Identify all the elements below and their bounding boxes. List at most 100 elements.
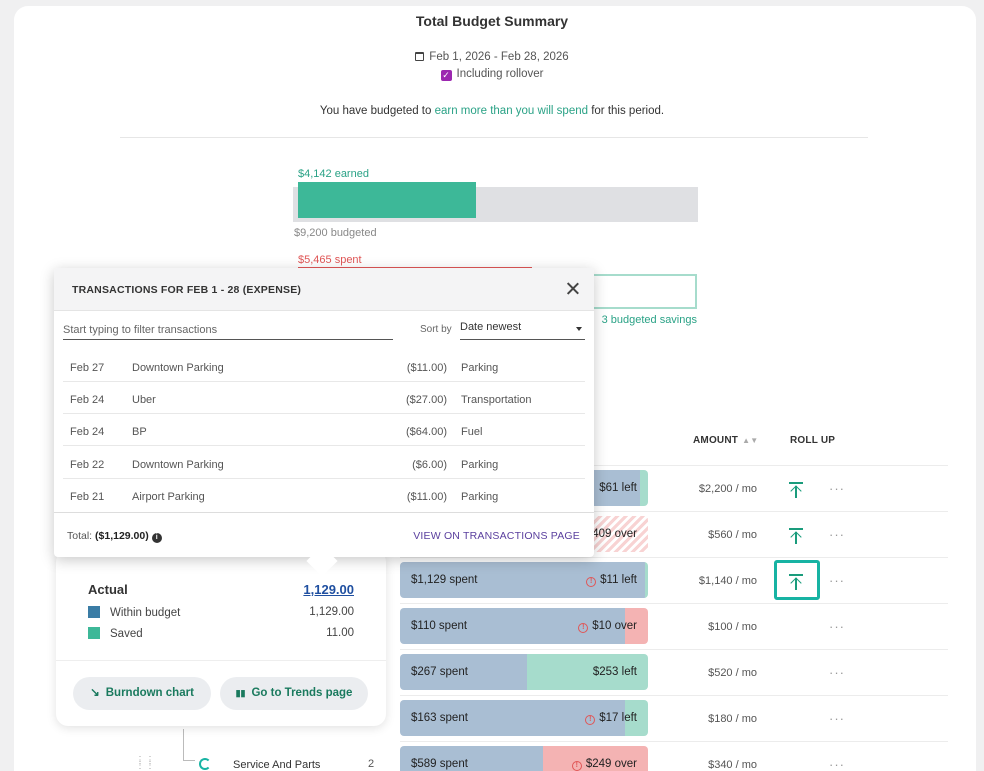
budget-amount: $1,140 / mo	[698, 575, 757, 587]
row-divider	[400, 649, 948, 650]
caret-down-icon	[576, 327, 582, 331]
bar-chart-icon: ▮▮	[235, 688, 246, 698]
transaction-row[interactable]: Feb 21 Airport Parking ($11.00) Parking	[63, 479, 585, 511]
info-icon[interactable]: i	[151, 533, 162, 543]
rollup-column-header: ROLL UP	[790, 435, 836, 446]
sort-by-label: Sort by	[420, 324, 452, 335]
tx-amount: ($11.00)	[406, 362, 447, 374]
spent-label: $5,465 spent	[298, 254, 362, 266]
tx-amount: ($11.00)	[406, 491, 447, 503]
transaction-row[interactable]: Feb 27 Downtown Parking ($11.00) Parking	[63, 350, 585, 382]
saved-value: 11.00	[326, 627, 354, 639]
close-icon[interactable]	[564, 280, 582, 298]
saved-swatch	[88, 627, 100, 639]
rollup-icon[interactable]	[786, 527, 806, 545]
tx-category: Parking	[461, 491, 499, 503]
drag-handle-icon[interactable]: ⋮⋮ ⋮⋮	[135, 756, 155, 771]
bar-over: ! $10 over	[578, 608, 637, 644]
bar-remaining: ! $17 left	[585, 700, 637, 736]
bar-remaining: ! $11 left	[586, 562, 637, 598]
transaction-row[interactable]: Feb 24 BP ($64.00) Fuel	[63, 414, 585, 446]
message-suffix: for this period.	[588, 105, 665, 117]
date-range[interactable]: Feb 1, 2026 - Feb 28, 2026	[0, 51, 984, 63]
transactions-total: Total: ($1,129.00) i	[67, 530, 162, 543]
page-title: Total Budget Summary	[415, 13, 569, 29]
actual-breakdown-card: Actual 1,129.00 Within budget 1,129.00 S…	[56, 550, 386, 726]
budget-bar[interactable]: $589 spent ! $249 over	[400, 746, 648, 771]
message-prefix: You have budgeted to	[319, 105, 435, 117]
sort-select[interactable]: Date newest	[460, 321, 585, 340]
bar-spent: $163 spent	[411, 712, 468, 724]
bar-remaining: $253 left	[592, 666, 637, 678]
budget-amount: $340 / mo	[708, 759, 757, 771]
bar-spent: $267 spent	[411, 666, 468, 678]
divider	[54, 512, 594, 513]
tx-payee: Downtown Parking	[132, 459, 224, 471]
burndown-icon: ↘	[90, 687, 100, 699]
progress-ring-icon	[199, 758, 211, 770]
budget-message: You have budgeted to earn more than you …	[0, 105, 984, 117]
more-options-icon[interactable]: ···	[829, 527, 845, 542]
rollover-label: Including rollover	[456, 68, 544, 80]
bar-spent: $1,129 spent	[411, 574, 478, 586]
sort-value: Date newest	[460, 321, 522, 333]
tx-amount: ($64.00)	[406, 426, 447, 438]
bar-over: 409 over	[592, 528, 637, 540]
divider	[56, 660, 386, 661]
tx-amount: ($6.00)	[412, 459, 447, 471]
category-count: 2	[368, 758, 375, 770]
category-name[interactable]: Service And Parts	[233, 759, 320, 771]
divider	[120, 137, 868, 138]
more-options-icon[interactable]: ···	[829, 757, 845, 771]
bar-spent: $110 spent	[411, 620, 468, 632]
view-transactions-link[interactable]: VIEW ON TRANSACTIONS PAGE	[413, 530, 580, 542]
transactions-popover: TRANSACTIONS FOR FEB 1 - 28 (EXPENSE) So…	[54, 268, 594, 577]
budget-bar[interactable]: $163 spent ! $17 left	[400, 700, 648, 736]
amount-column-header[interactable]: AMOUNT ▲▼	[693, 435, 758, 446]
more-options-icon[interactable]: ···	[829, 711, 845, 726]
tx-payee: Uber	[132, 394, 156, 406]
actual-value-link[interactable]: 1,129.00	[303, 582, 354, 597]
tree-connector	[183, 760, 195, 761]
earned-label: $4,142 earned	[298, 168, 369, 180]
warning-icon: !	[571, 761, 582, 771]
transaction-row[interactable]: Feb 24 Uber ($27.00) Transportation	[63, 382, 585, 414]
tx-category: Fuel	[461, 426, 483, 438]
rollover-toggle[interactable]: ✓ Including rollover	[0, 68, 984, 81]
bar-over: ! $249 over	[571, 746, 637, 771]
more-options-icon[interactable]: ···	[829, 665, 845, 680]
budget-bar[interactable]: $1,129 spent ! $11 left	[400, 562, 648, 598]
legend-within-budget: Within budget	[88, 606, 180, 619]
more-options-icon[interactable]: ···	[829, 619, 845, 634]
calendar-icon	[415, 52, 425, 61]
burndown-chart-button[interactable]: ↘ Burndown chart	[73, 677, 211, 710]
transaction-row[interactable]: Feb 22 Downtown Parking ($6.00) Parking	[63, 447, 585, 479]
sort-icon: ▲▼	[742, 436, 759, 445]
within-budget-swatch	[88, 606, 100, 618]
popover-title: TRANSACTIONS FOR FEB 1 - 28 (EXPENSE)	[72, 284, 302, 296]
tx-payee: Airport Parking	[132, 491, 205, 503]
budget-bar[interactable]: $267 spent $253 left	[400, 654, 648, 690]
tx-payee: BP	[132, 426, 147, 438]
filter-transactions-input[interactable]	[63, 321, 393, 340]
rollup-icon[interactable]	[786, 481, 806, 499]
more-options-icon[interactable]: ···	[829, 481, 845, 496]
budget-bar[interactable]: $110 spent ! $10 over	[400, 608, 648, 644]
message-highlight: earn more than you will spend	[434, 105, 589, 117]
tx-date: Feb 21	[70, 491, 105, 503]
tx-category: Parking	[461, 362, 499, 374]
rollover-checkbox[interactable]: ✓	[440, 70, 452, 81]
budget-amount: $100 / mo	[708, 621, 757, 633]
date-range-text: Feb 1, 2026 - Feb 28, 2026	[429, 51, 569, 63]
tx-amount: ($27.00)	[406, 394, 447, 406]
budget-amount: $2,200 / mo	[698, 483, 757, 495]
warning-icon: !	[585, 715, 596, 725]
more-options-icon[interactable]: ···	[829, 573, 845, 588]
total-value: ($1,129.00)	[95, 530, 149, 542]
legend-saved: Saved	[88, 627, 143, 640]
warning-icon: !	[586, 577, 597, 587]
tx-date: Feb 27	[70, 362, 105, 374]
trends-page-button[interactable]: ▮▮ Go to Trends page	[220, 677, 368, 710]
row-divider	[400, 741, 948, 742]
within-budget-value: 1,129.00	[309, 606, 354, 618]
